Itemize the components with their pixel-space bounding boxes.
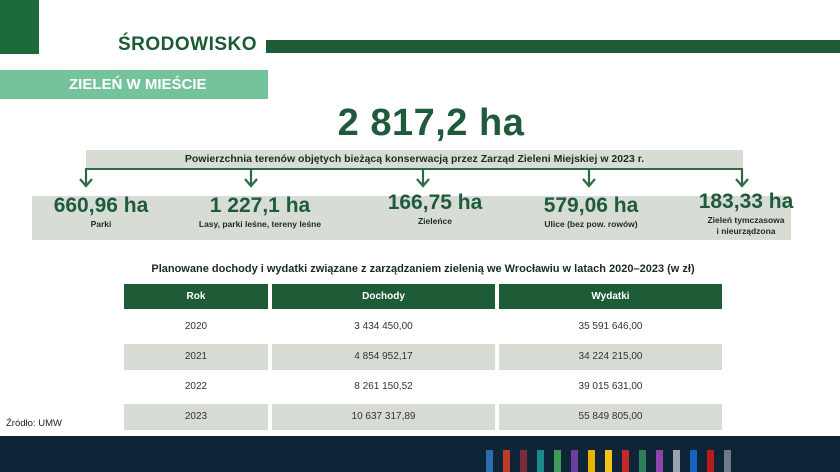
category-label: Zieleń tymczasowa i nieurządzona [707, 215, 785, 236]
cell-expenses: 55 849 805,00 [499, 404, 722, 430]
footer-bar [0, 436, 840, 472]
down-arrow-icon [416, 168, 430, 188]
budget-table: Rok Dochody Wydatki 2020 3 434 450,00 35… [124, 284, 722, 434]
category-value: 579,06 ha [543, 194, 639, 217]
cell-expenses: 39 015 631,00 [578, 381, 643, 392]
category-temporary-green: 183,33 ha Zieleń tymczasowa i nieurządzo… [690, 190, 802, 237]
footer-stripe [520, 450, 527, 472]
down-arrow-icon [735, 168, 749, 188]
cell-expenses: 34 224 215,00 [499, 344, 722, 370]
cell-year: 2023 [124, 404, 268, 430]
total-area-value: 2 817,2 ha [337, 102, 525, 144]
footer-stripe [622, 450, 629, 472]
category-label: Ulice (bez pow. rowów) [544, 219, 638, 229]
cell-income: 8 261 150,52 [354, 381, 413, 392]
footer-stripe [554, 450, 561, 472]
cell-year: 2022 [184, 381, 208, 392]
source-note: Źródło: UMW [6, 418, 62, 429]
category-value: 183,33 ha [698, 190, 794, 213]
category-label: Lasy, parki leśne, tereny leśne [198, 219, 322, 229]
category-value: 166,75 ha [387, 191, 483, 214]
category-forests: 1 227,1 ha Lasy, parki leśne, tereny leś… [186, 194, 334, 230]
table-row: 2021 4 854 952,17 34 224 215,00 [124, 344, 722, 372]
subsection-title: ZIELEŃ W MIEŚCIE [69, 76, 207, 93]
table-header-row: Rok Dochody Wydatki [124, 284, 722, 312]
footer-stripe [605, 450, 612, 472]
down-arrow-icon [582, 168, 596, 188]
down-arrow-icon [79, 168, 93, 188]
table-row: 2020 3 434 450,00 35 591 646,00 [124, 314, 722, 342]
footer-stripe [639, 450, 646, 472]
cell-income: 10 637 317,89 [272, 404, 495, 430]
footer-stripe [588, 450, 595, 472]
cell-year: 2021 [124, 344, 268, 370]
connector-line [86, 168, 743, 170]
category-label: Parki [90, 219, 112, 229]
total-description-band: Powierzchnia terenów objętych bieżącą ko… [86, 150, 743, 168]
section-title-bar [266, 40, 840, 53]
table-row: 2023 10 637 317,89 55 849 805,00 [124, 404, 722, 432]
table-row: 2022 8 261 150,52 39 015 631,00 [124, 374, 722, 402]
footer-stripe [486, 450, 493, 472]
total-description: Powierzchnia terenów objętych bieżącą ko… [184, 153, 645, 165]
category-value: 1 227,1 ha [209, 194, 311, 217]
header-expenses: Wydatki [499, 284, 722, 309]
footer-stripe [673, 450, 680, 472]
header-income: Dochody [272, 284, 495, 309]
footer-stripe [571, 450, 578, 472]
table-title: Planowane dochody i wydatki związane z z… [151, 263, 695, 275]
down-arrow-icon [244, 168, 258, 188]
footer-stripe [724, 450, 731, 472]
footer-stripe [503, 450, 510, 472]
footer-stripe [656, 450, 663, 472]
cell-income: 3 434 450,00 [354, 321, 413, 332]
category-parks: 660,96 ha Parki [38, 194, 164, 230]
category-value: 660,96 ha [53, 194, 149, 217]
category-streets: 579,06 ha Ulice (bez pow. rowów) [526, 194, 656, 230]
subsection-banner: ZIELEŃ W MIEŚCIE [0, 70, 268, 99]
category-green-squares: 166,75 ha Zieleńce [370, 191, 500, 227]
corner-accent-block [0, 0, 39, 54]
footer-stripe [537, 450, 544, 472]
footer-stripe [707, 450, 714, 472]
cell-income: 4 854 952,17 [272, 344, 495, 370]
header-year: Rok [124, 284, 268, 309]
category-label: Zieleńce [417, 216, 453, 226]
section-title: ŚRODOWISKO [118, 34, 258, 55]
footer-stripe [690, 450, 697, 472]
cell-year: 2020 [184, 321, 208, 332]
cell-expenses: 35 591 646,00 [578, 321, 643, 332]
